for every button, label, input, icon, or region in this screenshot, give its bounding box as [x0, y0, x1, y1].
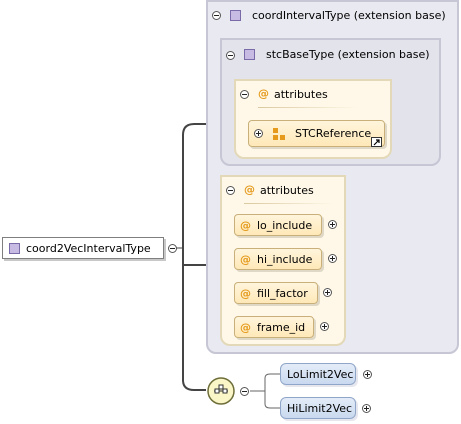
sequence-compositor-icon[interactable] — [206, 376, 236, 406]
complex-type-icon — [244, 49, 255, 60]
expand-toggle[interactable] — [254, 129, 263, 138]
complex-type-icon — [230, 10, 241, 21]
element-lolimit2vec[interactable]: LoLimit2Vec — [280, 363, 356, 385]
inner-attributes-box: @ attributes — [234, 79, 392, 159]
attribute-group-stcreference[interactable]: STCReference — [248, 120, 385, 147]
collapse-toggle[interactable] — [226, 186, 235, 195]
expand-toggle[interactable] — [323, 288, 332, 297]
connector-lolimit — [250, 373, 280, 392]
element-hilimit2vec[interactable]: HiLimit2Vec — [280, 397, 356, 419]
attribute-icon: @ — [240, 252, 251, 266]
expand-toggle[interactable] — [320, 322, 329, 331]
root-type-label: coord2VecIntervalType — [26, 241, 151, 255]
external-link-icon[interactable] — [371, 137, 382, 147]
element-label: HiLimit2Vec — [287, 401, 353, 415]
attribute-icon: @ — [240, 218, 251, 232]
attribute-label: lo_include — [257, 218, 313, 232]
connector-hilimit — [264, 391, 280, 409]
extension-title: stcBaseType (extension base) — [266, 48, 430, 61]
divider — [258, 107, 358, 108]
attribute-label: hi_include — [257, 252, 313, 266]
collapse-toggle[interactable] — [240, 90, 249, 99]
attribute-label: fill_factor — [257, 286, 308, 300]
attributes-title: attributes — [260, 184, 314, 197]
connector-sequence — [182, 248, 206, 391]
expand-toggle[interactable] — [362, 404, 371, 413]
attribute-group-label: STCReference — [295, 127, 372, 140]
attribute-icon: @ — [240, 286, 251, 300]
attribute-lo-include[interactable]: @ lo_include — [234, 214, 322, 236]
expand-toggle[interactable] — [328, 220, 337, 229]
attribute-fill-factor[interactable]: @ fill_factor — [234, 282, 318, 304]
collapse-toggle[interactable] — [168, 244, 177, 253]
expand-toggle[interactable] — [328, 254, 337, 263]
attributes-title: attributes — [274, 88, 328, 101]
collapse-toggle[interactable] — [212, 11, 221, 20]
attribute-hi-include[interactable]: @ hi_include — [234, 248, 322, 270]
attribute-group-icon — [273, 128, 285, 140]
collapse-toggle[interactable] — [226, 51, 235, 60]
element-label: LoLimit2Vec — [287, 367, 354, 381]
complex-type-icon — [9, 242, 20, 254]
attribute-label: frame_id — [257, 320, 306, 334]
divider — [244, 203, 334, 204]
attribute-icon: @ — [244, 183, 255, 196]
expand-toggle[interactable] — [363, 370, 372, 379]
root-type-box[interactable]: coord2VecIntervalType — [2, 237, 164, 259]
attribute-icon: @ — [258, 87, 269, 100]
attribute-icon: @ — [240, 320, 251, 334]
extension-title: coordIntervalType (extension base) — [252, 9, 446, 22]
attribute-frame-id[interactable]: @ frame_id — [234, 316, 314, 338]
collapse-toggle[interactable] — [240, 387, 249, 396]
